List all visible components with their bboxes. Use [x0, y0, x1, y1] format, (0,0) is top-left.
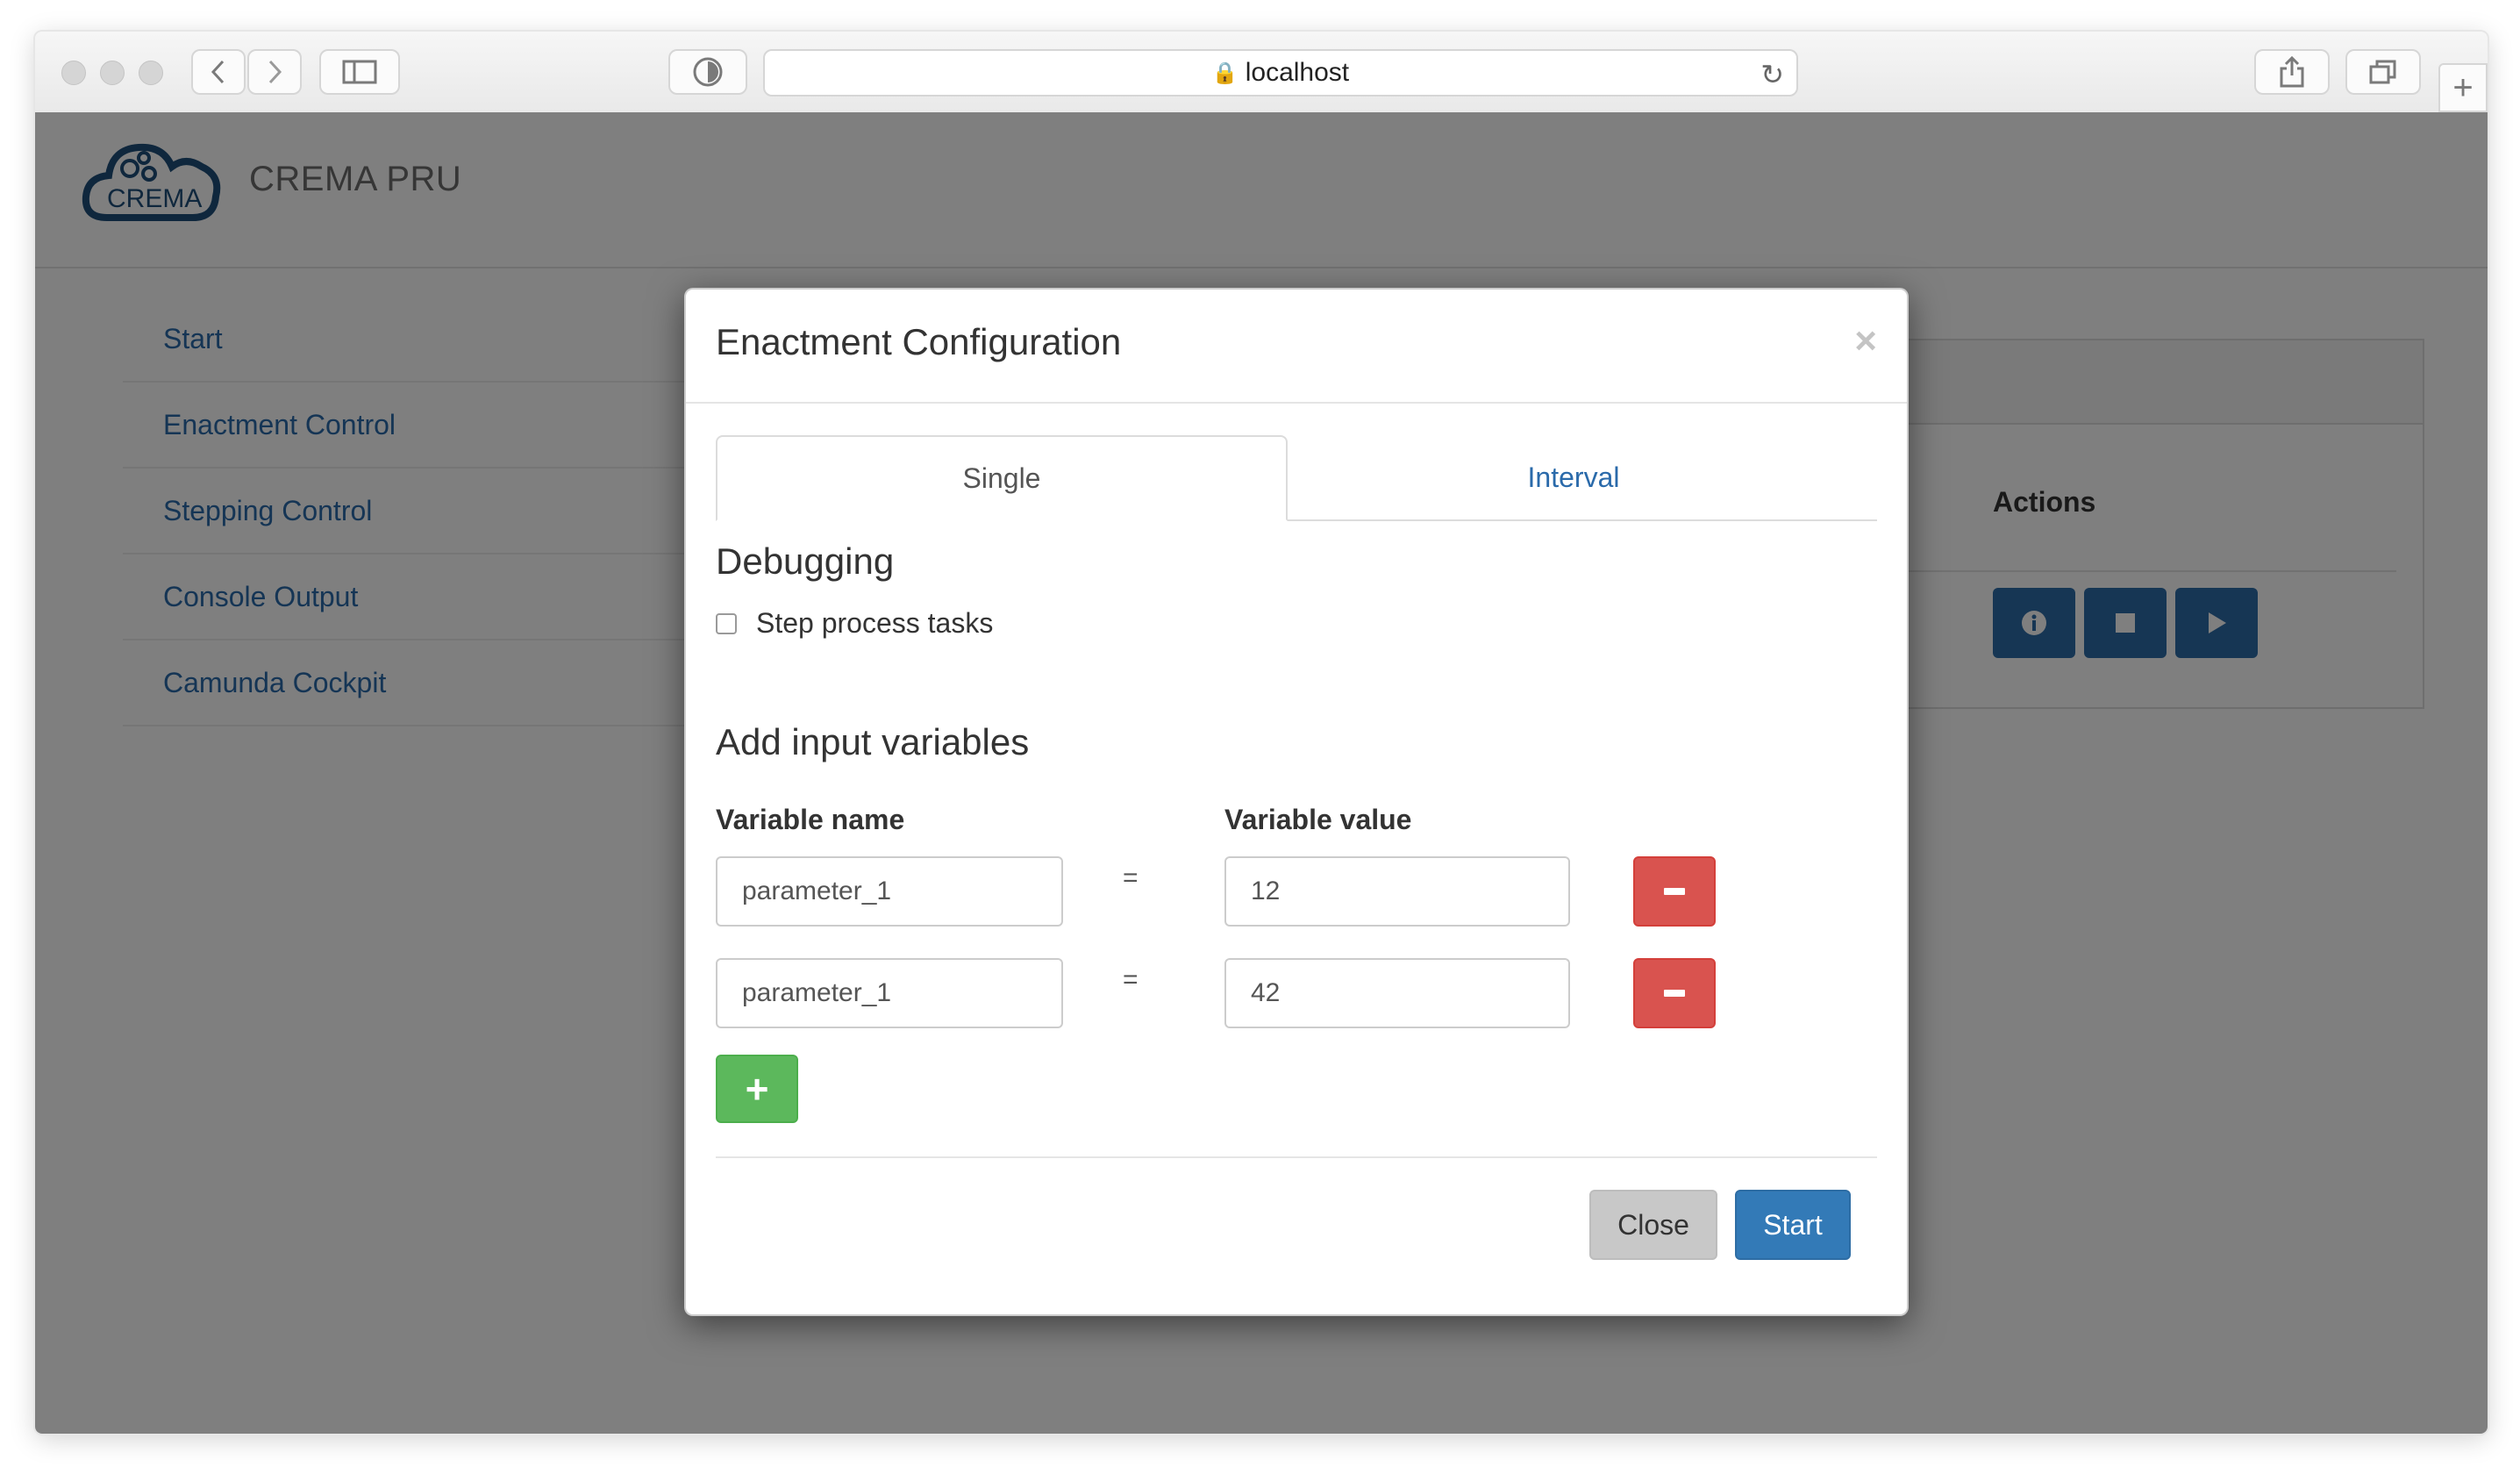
variable-value-input[interactable]: 12	[1224, 856, 1570, 927]
start-button[interactable]: Start	[1735, 1190, 1851, 1260]
mode-tabs: Single Interval	[716, 435, 1877, 521]
remove-variable-button[interactable]	[1633, 958, 1716, 1028]
tab-single[interactable]: Single	[716, 435, 1288, 521]
equals-sign: =	[1123, 965, 1139, 994]
back-button[interactable]	[191, 49, 246, 95]
step-process-tasks-checkbox[interactable]	[716, 612, 737, 634]
step-process-tasks-label: Step process tasks	[756, 607, 994, 639]
equals-sign: =	[1123, 863, 1139, 892]
share-button[interactable]	[2254, 49, 2330, 95]
close-window-button[interactable]	[61, 61, 86, 85]
tabs-overview-button[interactable]	[2345, 49, 2421, 95]
variable-name-input[interactable]: parameter_1	[716, 856, 1063, 927]
share-icon	[2280, 56, 2304, 88]
shield-icon	[693, 57, 723, 87]
footer-divider	[716, 1156, 1877, 1158]
add-variable-button[interactable]: +	[716, 1055, 798, 1123]
new-tab-button[interactable]: +	[2438, 63, 2488, 112]
step-process-tasks-option[interactable]: Step process tasks	[716, 607, 993, 640]
enactment-config-modal: Enactment Configuration × Single Interva…	[684, 288, 1909, 1316]
modal-title: Enactment Configuration	[716, 321, 1122, 362]
variable-value-header: Variable value	[1224, 804, 1412, 835]
add-variables-heading: Add input variables	[716, 721, 1030, 762]
minimize-window-button[interactable]	[100, 61, 125, 85]
browser-window: 🔒 localhost ↻ + CREMA CREMA PRU	[35, 32, 2488, 1434]
browser-toolbar: 🔒 localhost ↻ +	[35, 32, 2488, 114]
sidebar-toggle-button[interactable]	[319, 49, 400, 95]
forward-button[interactable]	[247, 49, 302, 95]
zoom-window-button[interactable]	[139, 61, 163, 85]
chevron-right-icon	[268, 60, 282, 84]
page-content: CREMA CREMA PRU Start Enactment Control …	[35, 112, 2488, 1434]
modal-header: Enactment Configuration ×	[686, 290, 1907, 404]
remove-variable-button[interactable]	[1633, 856, 1716, 927]
minus-icon	[1664, 990, 1685, 997]
variable-name-header: Variable name	[716, 804, 905, 835]
variable-name-input[interactable]: parameter_1	[716, 958, 1063, 1028]
plus-icon: +	[2452, 68, 2474, 107]
tab-interval[interactable]: Interval	[1288, 435, 1860, 519]
tabs-icon	[2369, 60, 2396, 84]
privacy-shield-button[interactable]	[668, 49, 747, 95]
close-icon[interactable]: ×	[1854, 319, 1877, 363]
lock-icon: 🔒	[1211, 61, 1239, 85]
reload-icon[interactable]: ↻	[1760, 58, 1784, 91]
debugging-heading: Debugging	[716, 540, 895, 582]
url-text: localhost	[1245, 58, 1350, 87]
address-bar[interactable]: 🔒 localhost ↻	[763, 49, 1798, 97]
chevron-left-icon	[211, 60, 225, 84]
variable-value-input[interactable]: 42	[1224, 958, 1570, 1028]
sidebar-icon	[342, 60, 377, 84]
plus-icon: +	[745, 1066, 769, 1112]
minus-icon	[1664, 888, 1685, 895]
close-button[interactable]: Close	[1589, 1190, 1717, 1260]
